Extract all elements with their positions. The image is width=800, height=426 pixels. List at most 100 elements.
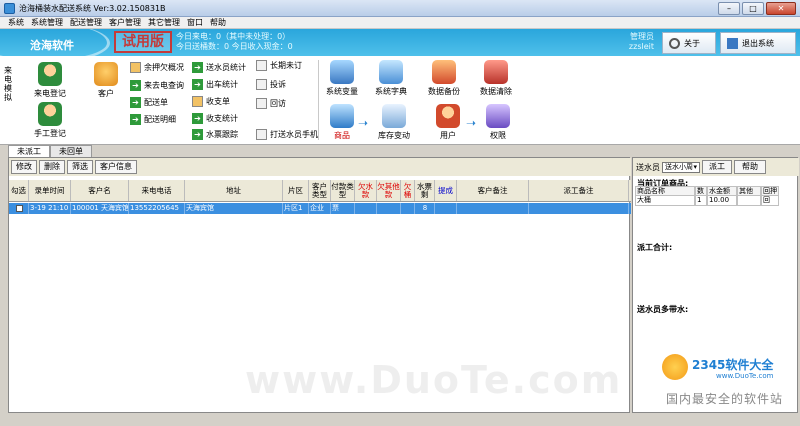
help-button[interactable]: 帮助: [734, 160, 766, 174]
col-area[interactable]: 片区: [283, 180, 309, 201]
col-phone[interactable]: 来电电话: [129, 180, 185, 201]
permission-button[interactable]: 权限: [486, 104, 510, 141]
col-customer[interactable]: 客户名: [71, 180, 129, 201]
arrow-icon: ➔: [192, 62, 203, 73]
deliverer-carry-label: 送水员多带水:: [637, 305, 689, 314]
customer-label: 客户: [98, 89, 114, 98]
col-ticket-left[interactable]: 水票剩: [415, 180, 435, 201]
grid-header: 勾选 录单时间 客户名 来电电话 地址 片区 客户类型 付款类型 欠水款 欠其他…: [9, 180, 631, 202]
income-sheet-button[interactable]: 收支单: [192, 96, 230, 107]
tab-undispatched[interactable]: 未派工: [8, 145, 50, 157]
arrow-icon: ➝: [466, 116, 477, 130]
col-pay-type[interactable]: 付款类型: [331, 180, 355, 201]
long-no-order-button[interactable]: 长期未订: [256, 60, 302, 71]
menu-delivery-management[interactable]: 配送管理: [70, 17, 102, 28]
col-customer-note[interactable]: 客户备注: [457, 180, 529, 201]
menu-other-management[interactable]: 其它管理: [148, 17, 180, 28]
close-button[interactable]: ✕: [766, 2, 796, 15]
call-query-button[interactable]: ➔ 来去电查询: [130, 80, 184, 91]
delete-button[interactable]: 删除: [39, 160, 65, 174]
cell-pay-type: 票: [331, 203, 355, 214]
order-cell-amount: 10.00: [707, 196, 737, 206]
dispatch-button[interactable]: 派工: [702, 160, 732, 174]
menu-system-management[interactable]: 系统管理: [31, 17, 63, 28]
data-backup-button[interactable]: 数据备份: [428, 60, 460, 97]
menu-system[interactable]: 系统: [8, 17, 24, 28]
table-row[interactable]: 3-19 21:10 100001 天海宾馆 13552205645 天海宾馆 …: [9, 203, 631, 214]
customer-button[interactable]: 客户: [94, 62, 118, 99]
col-owe-bucket[interactable]: 欠桶: [401, 180, 415, 201]
deliverer-stats-button[interactable]: ➔ 送水员统计: [192, 62, 246, 73]
menu-help[interactable]: 帮助: [210, 17, 226, 28]
window-title: 沧海桶装水配送系统 Ver:3.02.150831B: [19, 3, 166, 13]
call-deliverer-button[interactable]: 打送水员手机: [256, 129, 318, 140]
today-delivery: 今日送桶数：0 今日收入现金：0: [176, 42, 293, 51]
order-cell-qty: 1: [695, 196, 707, 206]
search-icon: [669, 37, 680, 49]
delivery-detail-label: 配送明细: [144, 115, 176, 124]
customer-info-button[interactable]: 客户信息: [95, 160, 137, 174]
arrow-icon: ➔: [130, 97, 141, 108]
order-cell-other: [737, 196, 761, 206]
stock-change-button[interactable]: 库存变动: [378, 104, 410, 141]
filter-button[interactable]: 筛选: [67, 160, 93, 174]
col-address[interactable]: 地址: [185, 180, 283, 201]
delivery-detail-button[interactable]: ➔ 配送明细: [130, 114, 176, 125]
deliverer-select[interactable]: 送水小周 ▾: [662, 161, 700, 173]
tab-unreturned[interactable]: 未回单: [50, 145, 92, 157]
balance-overview-button[interactable]: 余押欠概况: [130, 62, 184, 73]
user-button[interactable]: 用户: [436, 104, 460, 141]
tab-strip: 未派工 未回单: [0, 145, 800, 157]
col-commission[interactable]: 提成: [435, 180, 457, 201]
delivery-order-label: 配送单: [144, 98, 168, 107]
revisit-button[interactable]: 回访: [256, 98, 286, 109]
income-stats-button[interactable]: ➔ 收支统计: [192, 113, 238, 124]
goods-button[interactable]: 商品: [330, 104, 354, 141]
about-button[interactable]: 关于: [662, 32, 716, 54]
menu-bar: 系统 系统管理 配送管理 客户管理 其它管理 窗口 帮助: [0, 17, 800, 29]
customers-icon: [94, 62, 118, 86]
window-title-bar: 沧海桶装水配送系统 Ver:3.02.150831B – □ ✕: [0, 0, 800, 17]
row-checkbox[interactable]: [9, 203, 29, 214]
col-owe-water[interactable]: 欠水款: [355, 180, 377, 201]
user-info: 管理员 zzsleit: [614, 32, 654, 52]
system-dictionary-label: 系统字典: [375, 87, 407, 96]
user-icon: [436, 104, 460, 128]
col-owe-other[interactable]: 欠其他款: [377, 180, 401, 201]
col-dispatch-note[interactable]: 派工备注: [529, 180, 629, 201]
cell-owe-bucket: [401, 203, 415, 214]
manual-register-button[interactable]: 手工登记: [34, 102, 66, 139]
trip-stats-button[interactable]: ➔ 出车统计: [192, 79, 238, 90]
permission-label: 权限: [490, 131, 506, 140]
document-icon: [256, 79, 267, 90]
col-customer-type[interactable]: 客户类型: [309, 180, 331, 201]
system-dictionary-button[interactable]: 系统字典: [375, 60, 407, 97]
water-bucket-icon: [330, 104, 354, 128]
delivery-order-button[interactable]: ➔ 配送单: [130, 97, 168, 108]
order-col-amount: 水金额: [707, 186, 737, 196]
menu-window[interactable]: 窗口: [187, 17, 203, 28]
data-clear-button[interactable]: 数据清除: [480, 60, 512, 97]
data-clear-label: 数据清除: [480, 87, 512, 96]
exit-icon: [727, 37, 738, 49]
edit-button[interactable]: 修改: [11, 160, 37, 174]
col-time[interactable]: 录单时间: [29, 180, 71, 201]
ticket-track-button[interactable]: ➔ 水票跟踪: [192, 129, 238, 140]
col-check[interactable]: 勾选: [9, 180, 29, 201]
system-variable-button[interactable]: 系统变量: [326, 60, 358, 97]
cell-time: 3-19 21:10: [29, 203, 71, 214]
exit-label: 退出系统: [742, 38, 774, 48]
cell-owe-other: [377, 203, 401, 214]
maximize-button[interactable]: □: [742, 2, 764, 15]
cell-dispatch-note: [529, 203, 629, 214]
order-col-other: 其他: [737, 186, 761, 196]
order-cell-name: 大桶: [635, 196, 695, 206]
exit-button[interactable]: 退出系统: [720, 32, 796, 54]
user-role: 管理员: [630, 32, 654, 41]
order-goods-row[interactable]: 大桶 1 10.00 回: [635, 196, 795, 206]
minimize-button[interactable]: –: [718, 2, 740, 15]
call-register-button[interactable]: 来电登记: [34, 62, 66, 99]
complaint-button[interactable]: 投诉: [256, 79, 286, 90]
cell-owe-water: [355, 203, 377, 214]
menu-customer-management[interactable]: 客户管理: [109, 17, 141, 28]
